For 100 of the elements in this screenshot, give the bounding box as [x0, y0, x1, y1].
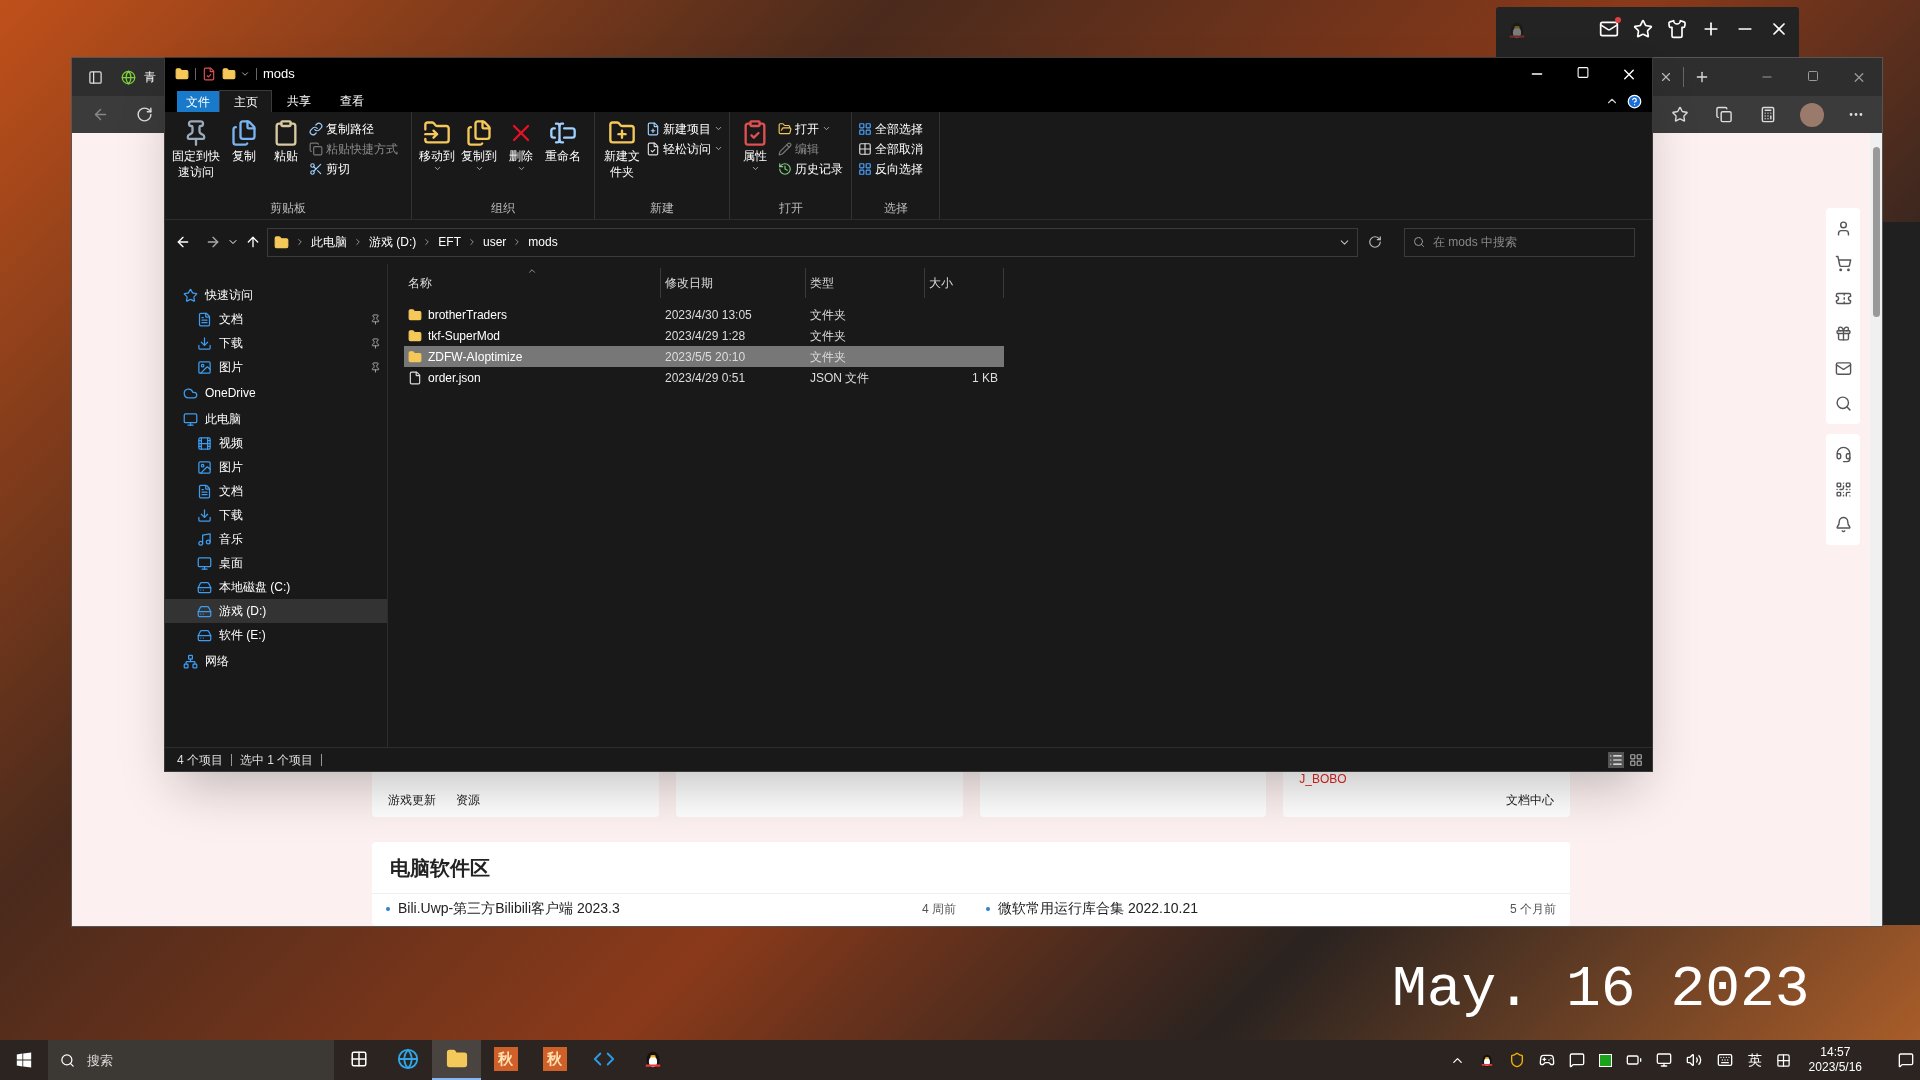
- gift-icon[interactable]: [1834, 325, 1852, 342]
- nav-item[interactable]: 此电脑: [165, 407, 387, 431]
- input-mode-icon[interactable]: [1775, 1052, 1791, 1068]
- ribbon-button[interactable]: 粘贴: [267, 118, 305, 164]
- breadcrumb[interactable]: 此电脑: [311, 233, 347, 251]
- new-tab-icon[interactable]: [1694, 69, 1710, 85]
- star-icon[interactable]: [1633, 19, 1653, 39]
- search-icon[interactable]: [1834, 395, 1852, 412]
- refresh-icon[interactable]: [1368, 235, 1382, 249]
- breadcrumb[interactable]: EFT: [438, 233, 461, 251]
- nav-item[interactable]: 本地磁盘 (C:): [165, 575, 387, 599]
- ribbon-small-button[interactable]: 打开: [778, 119, 843, 138]
- ribbon-small-button[interactable]: 剪切: [309, 159, 398, 178]
- bell-icon[interactable]: [1834, 516, 1852, 533]
- forward-icon[interactable]: [205, 234, 221, 250]
- chevron-icon[interactable]: [295, 237, 305, 247]
- tiles-view-icon[interactable]: [1628, 751, 1644, 768]
- ribbon-tab[interactable]: 查看: [325, 90, 378, 112]
- volume-icon[interactable]: [1685, 1052, 1702, 1068]
- file-row[interactable]: tkf-SuperMod 2023/4/29 1:28 文件夹: [404, 325, 1004, 346]
- ribbon-tab[interactable]: 共享: [272, 90, 325, 112]
- search-field[interactable]: 在 mods 中搜索: [1433, 228, 1634, 256]
- cart-icon[interactable]: [1834, 255, 1852, 272]
- notifications-icon[interactable]: [1898, 1052, 1914, 1068]
- browser-icon[interactable]: [396, 1048, 419, 1070]
- nav-item[interactable]: 软件 (E:): [165, 623, 387, 647]
- shortcut-link[interactable]: 文档中心: [1506, 791, 1554, 810]
- shortcut-link[interactable]: 资源: [456, 791, 480, 810]
- back-icon[interactable]: [175, 234, 191, 250]
- shield-icon[interactable]: [1508, 1052, 1525, 1068]
- article-link[interactable]: Bili.Uwp-第三方Bilibili客户端 2023.3: [398, 898, 620, 920]
- battery-icon[interactable]: [1625, 1052, 1642, 1068]
- ribbon-button[interactable]: 移动到: [418, 118, 456, 173]
- chat-icon[interactable]: [1568, 1052, 1585, 1068]
- tab-title[interactable]: 青: [144, 68, 156, 86]
- ribbon-small-button[interactable]: 历史记录: [778, 159, 843, 178]
- search-box[interactable]: 在 mods 中搜索: [1404, 227, 1635, 257]
- shortcut-link[interactable]: 游戏更新: [388, 791, 436, 810]
- close-tab-icon[interactable]: [1659, 70, 1673, 84]
- ribbon-button[interactable]: 新建文件夹: [601, 118, 642, 180]
- network-icon[interactable]: [1655, 1052, 1672, 1068]
- task-view-icon[interactable]: [349, 1050, 368, 1068]
- input-method[interactable]: 英: [1747, 1049, 1762, 1071]
- properties-icon[interactable]: [202, 67, 216, 81]
- chevron-icon[interactable]: [467, 237, 477, 247]
- avatar[interactable]: [1800, 102, 1824, 127]
- nav-item[interactable]: 游戏 (D:): [165, 599, 387, 623]
- address-bar[interactable]: 此电脑 游戏 (D:) EFT user mods: [267, 227, 1358, 257]
- user-name[interactable]: J_BOBO: [1299, 770, 1347, 788]
- ribbon-button[interactable]: 复制: [225, 118, 263, 164]
- caret-icon[interactable]: [240, 69, 250, 79]
- ribbon-small-button[interactable]: 复制路径: [309, 119, 398, 138]
- ribbon-small-button[interactable]: 新建项目: [646, 119, 723, 138]
- folder-icon[interactable]: [222, 67, 236, 81]
- ribbon-small-button[interactable]: 全部取消: [858, 139, 923, 158]
- ribbon-small-button[interactable]: 全部选择: [858, 119, 923, 138]
- nav-item[interactable]: 音乐: [165, 527, 387, 551]
- status-square-icon[interactable]: [1598, 1053, 1612, 1067]
- ribbon-button[interactable]: 删除: [502, 118, 540, 173]
- file-row[interactable]: ZDFW-AIoptimize 2023/5/5 20:10 文件夹: [404, 346, 1004, 367]
- breadcrumb[interactable]: 游戏 (D:): [369, 233, 417, 251]
- nav-item[interactable]: 视频: [165, 431, 387, 455]
- keyboard-icon[interactable]: [1715, 1052, 1734, 1068]
- qr-code-icon[interactable]: [1834, 481, 1852, 498]
- column-header[interactable]: 类型: [806, 268, 925, 298]
- help-icon[interactable]: [1627, 93, 1642, 109]
- nav-item[interactable]: 文档: [165, 479, 387, 503]
- file-row[interactable]: brotherTraders 2023/4/30 13:05 文件夹: [404, 304, 1004, 325]
- details-view-icon[interactable]: [1608, 751, 1624, 768]
- folder-icon[interactable]: [445, 1048, 468, 1070]
- support-icon[interactable]: [1834, 446, 1852, 463]
- ribbon-button[interactable]: 复制到: [460, 118, 498, 173]
- column-header[interactable]: 大小: [925, 268, 1004, 298]
- tab-actions-icon[interactable]: [88, 69, 103, 85]
- shirt-icon[interactable]: [1667, 19, 1687, 39]
- nav-item[interactable]: 快速访问: [165, 283, 387, 307]
- gamepad-icon[interactable]: [1538, 1052, 1555, 1068]
- nav-item[interactable]: 文档: [165, 307, 387, 331]
- column-header[interactable]: 名称: [404, 268, 661, 298]
- ribbon-small-button[interactable]: 轻松访问: [646, 139, 723, 158]
- mail-icon[interactable]: [1599, 19, 1619, 39]
- column-header[interactable]: 修改日期: [661, 268, 806, 298]
- taskbar-app[interactable]: [432, 1040, 481, 1080]
- mail-icon[interactable]: [1834, 360, 1852, 377]
- breadcrumb[interactable]: user: [483, 233, 507, 251]
- nav-item[interactable]: OneDrive: [165, 381, 387, 405]
- nav-item[interactable]: 下载: [165, 331, 387, 355]
- scrollbar-thumb[interactable]: [1872, 147, 1880, 317]
- nav-item[interactable]: 下载: [165, 503, 387, 527]
- nav-item[interactable]: 图片: [165, 355, 387, 379]
- file-menu-button[interactable]: 文件: [177, 91, 219, 112]
- ribbon-small-button[interactable]: 反向选择: [858, 159, 923, 178]
- article-link[interactable]: 微软常用运行库合集 2022.10.21: [998, 898, 1198, 920]
- start-icon[interactable]: [16, 1052, 32, 1068]
- chevron-icon[interactable]: [353, 237, 363, 247]
- breadcrumb[interactable]: mods: [528, 233, 558, 251]
- ribbon-button[interactable]: 重命名: [544, 118, 582, 164]
- ticket-icon[interactable]: [1834, 290, 1852, 307]
- clock[interactable]: 14:57 2023/5/16: [1804, 1045, 1866, 1075]
- nav-item[interactable]: 桌面: [165, 551, 387, 575]
